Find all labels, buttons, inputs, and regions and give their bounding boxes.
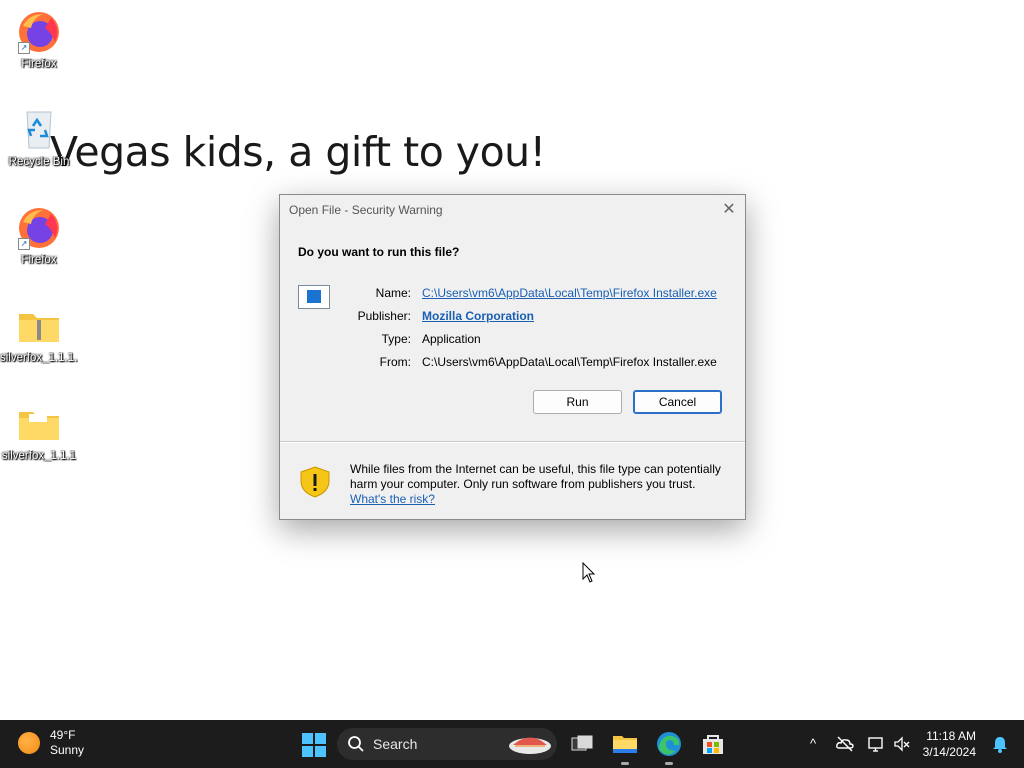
desktop-icon-zip-folder[interactable]: silverfox_1.1.1... — [0, 302, 78, 364]
task-view-icon — [571, 735, 593, 751]
file-name-link[interactable]: C:\Users\vm6\AppData\Local\Temp\Firefox … — [422, 286, 717, 300]
chevron-up-icon: ^ — [809, 736, 817, 751]
volume-muted-icon — [894, 736, 910, 752]
taskbar-search-box[interactable]: Search — [337, 728, 557, 760]
application-icon — [298, 285, 330, 309]
edge-browser-button[interactable] — [654, 729, 684, 765]
windows-logo-icon — [302, 733, 326, 757]
from-label: From: — [379, 354, 411, 369]
recycle-bin-icon — [15, 106, 63, 154]
clock-date: 3/14/2024 — [922, 745, 976, 759]
weather-widget[interactable]: 49°F Sunny — [18, 728, 84, 758]
warning-area: While files from the Internet can be use… — [280, 443, 745, 519]
warning-text: While files from the Internet can be use… — [350, 462, 721, 491]
show-hidden-icons-button[interactable]: ^ — [803, 734, 823, 754]
taskbar-clock[interactable]: 11:18 AM 3/14/2024 — [923, 728, 976, 760]
desktop-icon-label: Firefox — [21, 58, 57, 70]
wallpaper-text: Vegas kids, a gift to you! — [50, 128, 546, 176]
desktop-icon-label: Firefox — [21, 254, 57, 266]
shortcut-arrow-icon: ↗ — [18, 42, 30, 54]
desktop-icon-firefox-2[interactable]: ↗ Firefox — [0, 204, 78, 266]
desktop-icon-folder[interactable]: silverfox_1.1.1 — [0, 400, 78, 462]
notification-bell-icon[interactable] — [990, 734, 1010, 754]
weather-condition: Sunny — [50, 743, 85, 757]
cancel-button[interactable]: Cancel — [633, 390, 722, 414]
file-explorer-button[interactable] — [610, 729, 640, 765]
search-icon — [348, 736, 364, 752]
cloud-offline-icon — [836, 736, 854, 752]
close-icon[interactable]: ✕ — [713, 195, 745, 225]
desktop-icon-label: silverfox_1.1.1 — [1, 450, 77, 462]
mouse-cursor-icon — [582, 562, 596, 583]
network-icon — [868, 737, 883, 752]
type-value: Application — [422, 331, 481, 346]
warning-message: While files from the Internet can be use… — [350, 462, 730, 507]
file-info: Name: C:\Users\vm6\AppData\Local\Temp\Fi… — [340, 281, 717, 373]
taskbar: 49°F Sunny Search ^ 11:18 AM 3/14/2024 — [0, 720, 1024, 768]
edge-icon — [657, 732, 681, 756]
security-warning-dialog: Open File - Security Warning ✕ Do you wa… — [279, 194, 746, 520]
name-label: Name: — [375, 285, 411, 300]
microsoft-store-button[interactable] — [698, 729, 728, 759]
store-icon — [703, 735, 723, 754]
dialog-title: Open File - Security Warning — [289, 203, 443, 217]
folder-icon — [15, 400, 63, 448]
onedrive-tray-button[interactable] — [835, 734, 855, 754]
from-value: C:\Users\vm6\AppData\Local\Temp\Firefox … — [422, 354, 717, 369]
clock-time: 11:18 AM — [926, 729, 976, 743]
sun-icon — [18, 732, 40, 754]
run-button[interactable]: Run — [533, 390, 622, 414]
desktop-icon-recycle-bin[interactable]: Recycle Bin — [0, 106, 78, 168]
shield-warning-icon — [300, 466, 330, 498]
dialog-titlebar[interactable]: Open File - Security Warning ✕ — [280, 195, 745, 225]
network-tray-button[interactable] — [866, 734, 886, 754]
type-label: Type: — [381, 331, 411, 346]
zip-folder-icon — [15, 302, 63, 350]
firefox-icon: ↗ — [15, 204, 63, 252]
whats-the-risk-link[interactable]: What's the risk? — [350, 492, 435, 506]
search-placeholder: Search — [373, 736, 418, 752]
weather-temperature: 49°F — [50, 728, 76, 742]
desktop-icon-firefox[interactable]: ↗ Firefox — [0, 8, 78, 70]
shortcut-arrow-icon: ↗ — [18, 238, 30, 250]
start-button[interactable] — [298, 729, 328, 759]
firefox-icon: ↗ — [15, 8, 63, 56]
pie-highlight-icon — [509, 737, 551, 754]
volume-tray-button[interactable] — [892, 734, 912, 754]
task-view-button[interactable] — [567, 729, 597, 759]
file-explorer-icon — [613, 736, 637, 753]
publisher-link[interactable]: Mozilla Corporation — [422, 309, 534, 323]
desktop-icon-label: silverfox_1.1.1... — [0, 352, 78, 364]
dialog-question: Do you want to run this file? — [298, 245, 460, 259]
publisher-label: Publisher: — [357, 308, 411, 323]
desktop-icon-label: Recycle Bin — [8, 156, 70, 168]
